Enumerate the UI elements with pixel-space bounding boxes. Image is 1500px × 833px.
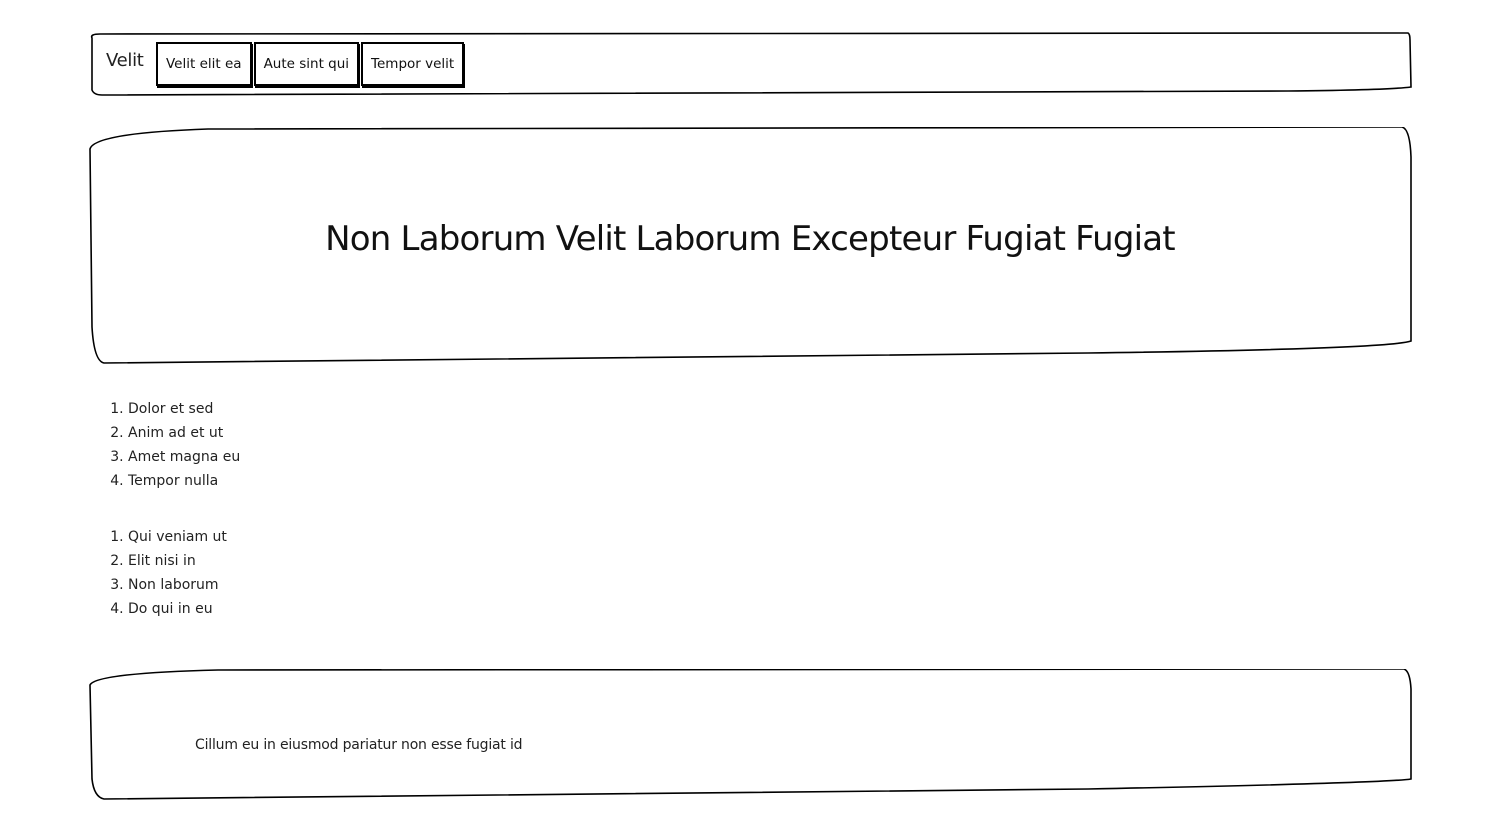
nav-link-aute-sint-qui[interactable]: Aute sint qui <box>253 42 360 86</box>
hero-title: Non Laborum Velit Laborum Excepteur Fugi… <box>325 219 1175 259</box>
nav-link-velit-elit-ea[interactable]: Velit elit ea <box>156 42 252 86</box>
ordered-list-1: Dolor et sed Anim ad et ut Amet magna eu… <box>88 397 240 493</box>
hero-section: Non Laborum Velit Laborum Excepteur Fugi… <box>88 127 1412 365</box>
brand-logo-text[interactable]: Velit <box>106 50 144 71</box>
navbar: Velit Velit elit ea Aute sint qui Tempor… <box>88 32 1412 96</box>
footer-text: Cillum eu in eiusmod pariatur non esse f… <box>195 737 523 753</box>
list-item: Qui veniam ut <box>128 525 227 549</box>
list-item: Amet magna eu <box>128 445 240 469</box>
list-item: Non laborum <box>128 573 227 597</box>
list-item: Elit nisi in <box>128 549 227 573</box>
list-item: Dolor et sed <box>128 397 240 421</box>
nav-link-tempor-velit[interactable]: Tempor velit <box>361 42 465 86</box>
list-item: Do qui in eu <box>128 597 227 621</box>
footer-section: Cillum eu in eiusmod pariatur non esse f… <box>88 669 1412 801</box>
list-item: Tempor nulla <box>128 469 240 493</box>
nav-links: Velit elit ea Aute sint qui Tempor velit <box>156 42 465 86</box>
list-item: Anim ad et ut <box>128 421 240 445</box>
footer-frame <box>89 669 1412 800</box>
ordered-list-2: Qui veniam ut Elit nisi in Non laborum D… <box>88 525 227 621</box>
